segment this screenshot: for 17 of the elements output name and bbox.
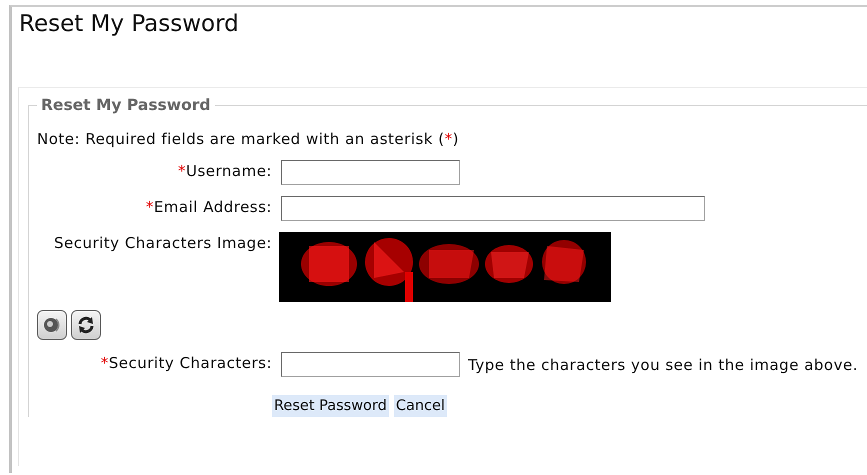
field-label: *Username: bbox=[176, 161, 272, 180]
field-label: *Email Address: bbox=[144, 197, 272, 216]
page-title: Reset My Password bbox=[18, 10, 239, 37]
input-field[interactable] bbox=[281, 196, 705, 221]
refresh-icon bbox=[76, 315, 96, 335]
field-label: Security Characters Image: bbox=[52, 233, 272, 252]
refresh-button[interactable] bbox=[71, 310, 101, 340]
reset-password-button[interactable]: Reset Password bbox=[272, 395, 389, 417]
input-field[interactable] bbox=[281, 352, 460, 377]
field-label: *Security Characters: bbox=[100, 353, 272, 372]
required-note: Note: Required fields are marked with an asterisk (*) bbox=[37, 130, 460, 148]
audio-button[interactable] bbox=[37, 310, 67, 340]
field-hint: Type the characters you see in the image above. bbox=[468, 355, 858, 374]
speaker-icon bbox=[42, 315, 62, 335]
input-field[interactable] bbox=[281, 160, 460, 185]
form-legend: Reset My Password bbox=[37, 96, 216, 114]
cancel-button[interactable]: Cancel bbox=[394, 395, 447, 417]
